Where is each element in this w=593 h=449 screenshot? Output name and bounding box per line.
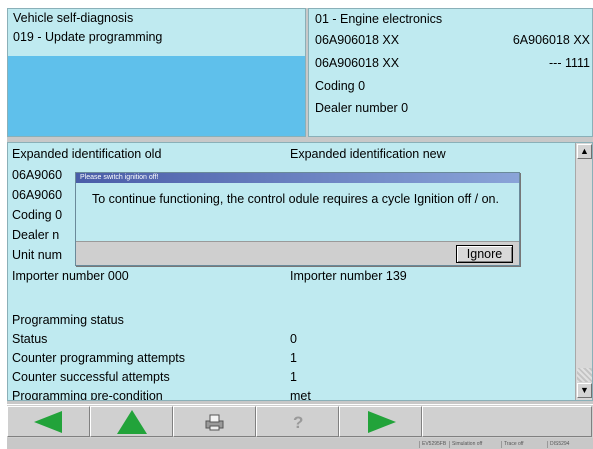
status-label: Counter successful attempts — [12, 370, 170, 384]
dealer-number: Dealer number 0 — [315, 101, 409, 115]
back-button[interactable] — [7, 406, 90, 437]
version-right: --- 1111 — [549, 56, 590, 70]
header-old: Expanded identification old — [12, 147, 162, 161]
status-item: DIS5294 — [547, 441, 569, 448]
part-number: 06A906018 XX — [315, 33, 400, 47]
dialog-title: Please switch ignition off! — [76, 173, 519, 183]
status-item: Simulation off — [449, 441, 482, 448]
section-title: Programming status — [12, 313, 124, 327]
selection-area — [8, 56, 305, 136]
status-value: 1 — [290, 351, 297, 365]
arrow-right-icon — [367, 410, 396, 433]
status-label: Status — [12, 332, 48, 346]
coding: Coding 0 — [315, 79, 366, 93]
arrow-up-icon — [116, 409, 147, 434]
function-panel: Vehicle self-diagnosis 019 - Update prog… — [7, 8, 306, 137]
list-item: Dealer n — [12, 228, 60, 242]
list-item: Importer number 000 — [12, 269, 129, 283]
list-item: Unit num — [12, 248, 63, 262]
list-item: 06A9060 — [12, 168, 63, 182]
part-number-2: 06A906018 XX — [315, 56, 400, 70]
forward-button[interactable] — [339, 406, 422, 437]
svg-text:?: ? — [293, 413, 303, 432]
navigation-toolbar: ? — [7, 404, 593, 438]
status-value: 0 — [290, 332, 297, 346]
print-button[interactable] — [173, 406, 256, 437]
app-window: Vehicle self-diagnosis 019 - Update prog… — [7, 8, 593, 449]
list-item: Coding 0 — [12, 208, 63, 222]
list-item-new: Importer number 139 — [290, 269, 407, 283]
vertical-scrollbar[interactable]: ▲ ▼ — [575, 143, 592, 400]
status-bar: EV5295FB Simulation off Trace off DIS529… — [7, 440, 593, 449]
ignore-button[interactable]: Ignore — [456, 245, 513, 263]
status-item: Trace off — [501, 441, 523, 448]
status-label: Counter programming attempts — [12, 351, 185, 365]
scroll-thumb[interactable] — [577, 368, 592, 382]
scroll-up-icon[interactable]: ▲ — [577, 144, 592, 159]
up-button[interactable] — [90, 406, 173, 437]
status-value: 1 — [290, 370, 297, 384]
help-icon: ? — [293, 413, 303, 432]
module-info-panel: 01 - Engine electronics 06A906018 XX 6A9… — [308, 8, 593, 137]
status-label: Programming pre-condition — [12, 389, 163, 401]
status-item: EV5295FB — [419, 441, 446, 448]
dialog-button-bar: Ignore — [76, 241, 519, 265]
dialog-message: To continue functioning, the control odu… — [92, 192, 499, 206]
list-item: 06A9060 — [12, 188, 63, 202]
function-step[interactable]: 019 - Update programming — [8, 28, 305, 47]
function-title: Vehicle self-diagnosis — [13, 11, 134, 25]
arrow-left-icon — [33, 410, 62, 433]
ignition-dialog: Please switch ignition off! To continue … — [75, 172, 520, 266]
status-value: met — [290, 389, 311, 401]
help-button[interactable]: ? — [256, 406, 339, 437]
print-icon — [205, 414, 223, 430]
scroll-down-icon[interactable]: ▼ — [577, 383, 592, 398]
part-number-right: 6A906018 XX — [512, 33, 590, 47]
toolbar-empty-area — [422, 406, 592, 437]
header-new: Expanded identification new — [290, 147, 446, 161]
module-title: 01 - Engine electronics — [315, 12, 443, 26]
